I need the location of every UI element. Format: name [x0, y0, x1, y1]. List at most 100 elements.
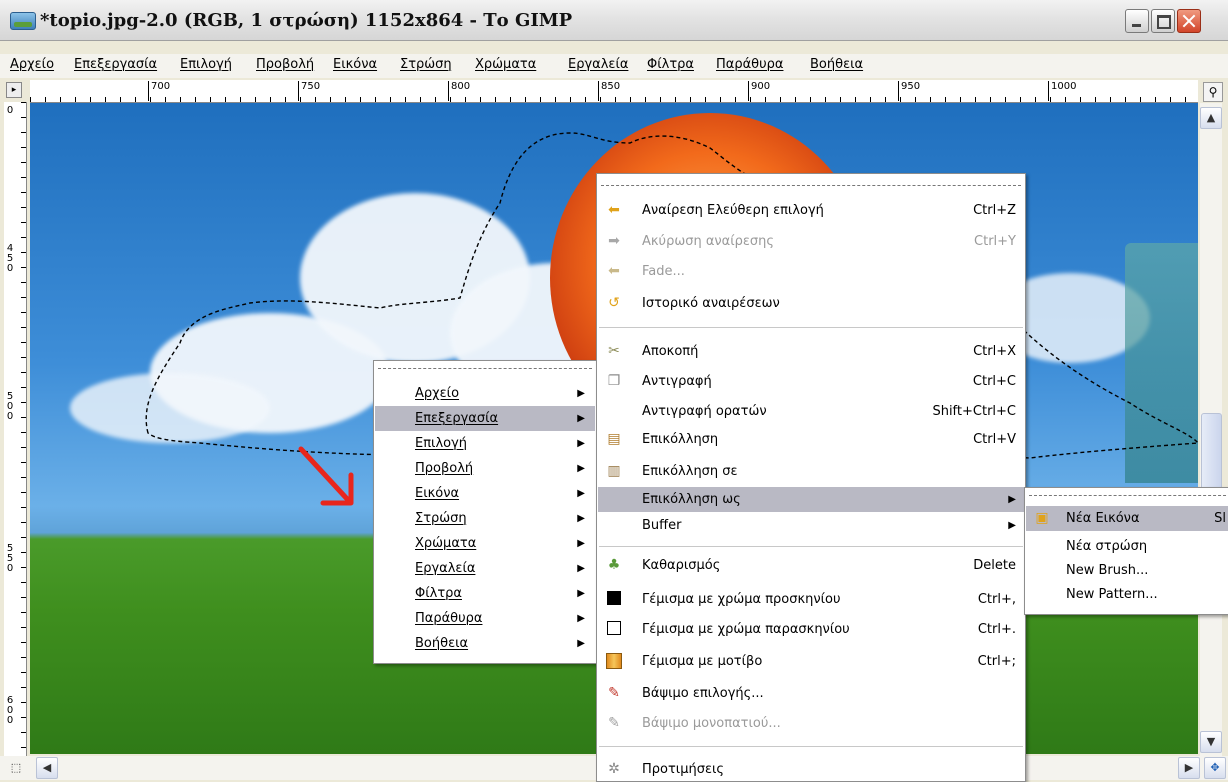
ruler-label: 5 0 0 — [6, 391, 14, 422]
minimize-button[interactable] — [1125, 9, 1149, 33]
ctx-item-image[interactable]: Εικόνα ▶ — [375, 481, 595, 506]
scroll-up-icon[interactable]: ▲ — [1200, 107, 1222, 129]
ruler-label: 950 — [898, 81, 920, 101]
stroke-selection-icon: ✎ — [608, 685, 620, 701]
edit-stroke-selection[interactable]: ✎ Βάψιμο επιλογής... — [598, 681, 1024, 706]
paste-icon: ▤ — [607, 431, 621, 447]
ruler-label: 900 — [748, 81, 770, 101]
menu-image[interactable]: Εικόνα — [333, 57, 377, 72]
submenu-arrow-icon: ▶ — [577, 563, 585, 574]
close-button[interactable] — [1177, 9, 1201, 33]
submenu-arrow-icon: ▶ — [577, 463, 585, 474]
new-image-icon: ▣ — [1035, 510, 1049, 526]
submenu-arrow-icon: ▶ — [577, 588, 585, 599]
submenu-arrow-icon: ▶ — [577, 438, 585, 449]
paste-as-new-image[interactable]: ▣ Νέα Εικόνα Sl — [1026, 506, 1228, 531]
tear-off-line[interactable] — [1029, 495, 1228, 496]
edit-undo-history[interactable]: ↺ Ιστορικό αναιρέσεων — [598, 291, 1024, 316]
edit-copy[interactable]: ❐ Αντιγραφή Ctrl+C — [598, 369, 1024, 394]
ruler-label: 700 — [148, 81, 170, 101]
menu-view[interactable]: Προβολή — [256, 57, 314, 72]
edit-clear[interactable]: ♣ Καθαρισμός Delete — [598, 553, 1024, 578]
edit-paste-into[interactable]: ▥ Επικόλληση σε — [598, 459, 1024, 484]
status-corner-icon: ⬚ — [10, 761, 22, 774]
edit-preferences[interactable]: ✲ Προτιμήσεις — [598, 757, 1024, 782]
vertical-scrollbar[interactable]: ▲ ▼ — [1200, 103, 1222, 756]
submenu-arrow-icon: ▶ — [577, 513, 585, 524]
ctx-item-view[interactable]: Προβολή ▶ — [375, 456, 595, 481]
scroll-left-icon[interactable]: ◀ — [36, 757, 58, 779]
quick-mask-toggle[interactable]: ▸ — [6, 82, 22, 98]
edit-redo[interactable]: ➡ Ακύρωση αναίρεσης Ctrl+Y — [598, 229, 1024, 254]
menu-edit[interactable]: Επεξεργασία — [74, 57, 157, 72]
ruler-label: 4 5 0 — [6, 243, 14, 274]
menu-separator — [599, 546, 1023, 547]
fade-icon: ⬅ — [608, 263, 620, 279]
paste-as-new-pattern[interactable]: New Pattern... — [1026, 582, 1228, 607]
ctx-item-windows[interactable]: Παράθυρα ▶ — [375, 606, 595, 631]
ctx-item-filters[interactable]: Φίλτρα ▶ — [375, 581, 595, 606]
ctx-item-edit[interactable]: Επεξεργασία ▶ — [375, 406, 595, 431]
menu-tools[interactable]: Εργαλεία — [568, 57, 628, 72]
edit-copy-visible[interactable]: Αντιγραφή ορατών Shift+Ctrl+C — [598, 399, 1024, 424]
ctx-item-select[interactable]: Επιλογή ▶ — [375, 431, 595, 456]
submenu-arrow-icon: ▶ — [577, 613, 585, 624]
red-arrow-annotation — [298, 446, 354, 506]
horizontal-ruler: 700 750 800 850 900 950 1000 — [30, 80, 1198, 103]
ruler-label: 800 — [448, 81, 470, 101]
window-title: *topio.jpg-2.0 (RGB, 1 στρώση) 1152x864 … — [40, 10, 573, 31]
fg-fill-icon — [606, 591, 622, 607]
menu-windows[interactable]: Παράθυρα — [716, 57, 783, 72]
submenu-arrow-icon: ▶ — [1008, 494, 1016, 505]
paste-as-new-layer[interactable]: Νέα στρώση — [1026, 534, 1228, 559]
submenu-arrow-icon: ▶ — [1008, 520, 1016, 531]
paste-into-icon: ▥ — [607, 463, 621, 479]
ctx-item-tools[interactable]: Εργαλεία ▶ — [375, 556, 595, 581]
menu-select[interactable]: Επιλογή — [180, 57, 232, 72]
edit-submenu: ⬅ Αναίρεση Ελεύθερη επιλογή Ctrl+Z ➡ Ακύρ… — [596, 173, 1026, 782]
edit-buffer[interactable]: Buffer ▶ — [598, 513, 1024, 538]
paste-as-new-brush[interactable]: New Brush... — [1026, 558, 1228, 583]
zoom-navigate-icon[interactable]: ⚲ — [1203, 82, 1223, 102]
ctx-item-file[interactable]: Αρχείο ▶ — [375, 381, 595, 406]
stroke-path-icon: ✎ — [608, 715, 620, 731]
edit-fill-fg[interactable]: Γέμισμα με χρώμα προσκηνίου Ctrl+, — [598, 587, 1024, 612]
tear-off-line[interactable] — [378, 368, 592, 369]
clear-icon: ♣ — [607, 557, 621, 573]
edit-paste-as[interactable]: Επικόλληση ως ▶ — [598, 487, 1024, 512]
scroll-right-icon[interactable]: ▶ — [1178, 757, 1200, 779]
redo-icon: ➡ — [608, 233, 620, 249]
edit-fill-bg[interactable]: Γέμισμα με χρώμα παρασκηνίου Ctrl+. — [598, 617, 1024, 642]
menu-file[interactable]: Αρχείο — [10, 57, 54, 72]
scroll-down-icon[interactable]: ▼ — [1200, 731, 1222, 753]
menu-help[interactable]: Βοήθεια — [810, 57, 863, 72]
edit-fade[interactable]: ⬅ Fade... — [598, 259, 1024, 284]
ruler-label: 5 5 0 — [6, 543, 14, 574]
cut-icon: ✂ — [608, 343, 620, 359]
edit-fill-pattern[interactable]: Γέμισμα με μοτίβο Ctrl+; — [598, 649, 1024, 674]
menu-filters[interactable]: Φίλτρα — [647, 57, 694, 72]
maximize-button[interactable] — [1151, 9, 1175, 33]
edit-undo[interactable]: ⬅ Αναίρεση Ελεύθερη επιλογή Ctrl+Z — [598, 198, 1024, 223]
ctx-item-colors[interactable]: Χρώματα ▶ — [375, 531, 595, 556]
submenu-arrow-icon: ▶ — [577, 488, 585, 499]
ruler-label: 750 — [298, 81, 320, 101]
ruler-label: 850 — [598, 81, 620, 101]
edit-cut[interactable]: ✂ Αποκοπή Ctrl+X — [598, 339, 1024, 364]
submenu-arrow-icon: ▶ — [577, 538, 585, 549]
ctx-item-help[interactable]: Βοήθεια ▶ — [375, 631, 595, 656]
navigate-icon[interactable]: ✥ — [1204, 757, 1226, 779]
menu-colors[interactable]: Χρώματα — [475, 57, 536, 72]
menu-layer[interactable]: Στρώση — [400, 57, 452, 72]
ruler-label: 0 — [6, 105, 14, 116]
vertical-ruler: 0 4 5 0 5 0 0 5 5 0 6 0 0 — [4, 102, 27, 756]
ctx-item-layer[interactable]: Στρώση ▶ — [375, 506, 595, 531]
tear-off-line[interactable] — [601, 185, 1021, 186]
edit-stroke-path[interactable]: ✎ Βάψιμο μονοπατιού... — [598, 711, 1024, 736]
paste-as-submenu: ▣ Νέα Εικόνα Sl Νέα στρώση New Brush... N… — [1024, 487, 1228, 615]
edit-paste[interactable]: ▤ Επικόλληση Ctrl+V — [598, 427, 1024, 452]
menu-separator — [599, 327, 1023, 328]
gimp-image-icon — [10, 12, 36, 30]
copy-icon: ❐ — [607, 373, 621, 389]
menu-separator — [599, 746, 1023, 747]
